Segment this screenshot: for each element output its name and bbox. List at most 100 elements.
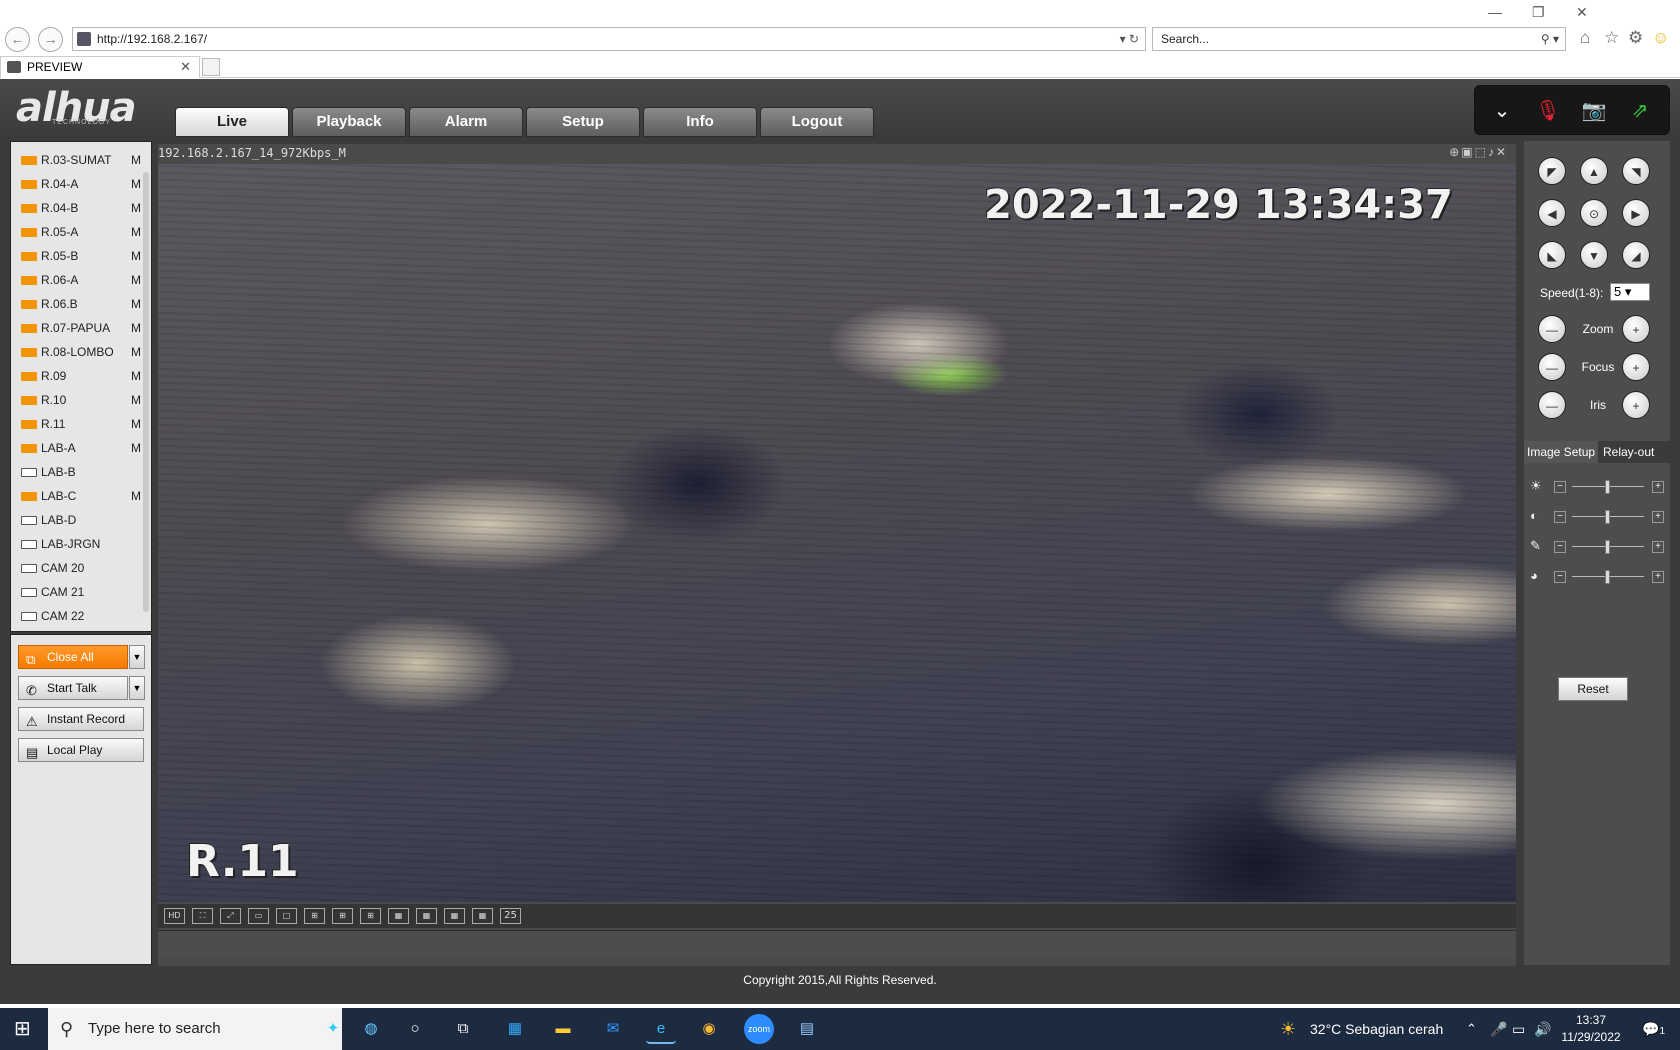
device-item[interactable]: LAB-B <box>11 460 139 484</box>
device-item[interactable]: CAM 22 <box>11 604 139 628</box>
mail-icon[interactable]: ✉ <box>598 1014 628 1044</box>
network-icon[interactable]: ▭ <box>1512 1008 1525 1050</box>
store-icon[interactable]: ▦ <box>500 1014 530 1044</box>
saturation-plus[interactable]: + <box>1652 541 1664 553</box>
device-item[interactable]: R.06.B M <box>11 292 141 316</box>
brightness-minus[interactable]: − <box>1554 481 1566 493</box>
contrast-minus[interactable]: − <box>1554 511 1566 523</box>
minimize-icon[interactable]: — <box>1488 4 1502 20</box>
ptz-right-icon[interactable]: ▶ <box>1622 199 1650 227</box>
weather-text[interactable]: 32°C Sebagian cerah <box>1310 1008 1443 1050</box>
close-all-button[interactable]: ⧉ Close All <box>18 645 128 669</box>
contrast-slider[interactable]: ◐ − + <box>1530 507 1664 527</box>
search-icon[interactable]: ⚲ ▾ <box>1541 28 1559 50</box>
device-item[interactable]: R.05-B M <box>11 244 141 268</box>
layout-4-icon[interactable]: ⊞ <box>304 908 325 924</box>
device-list-scrollbar[interactable] <box>143 172 149 612</box>
device-stream-mark[interactable]: M <box>131 292 141 316</box>
hue-minus[interactable]: − <box>1554 571 1566 583</box>
layout-6-icon[interactable]: ⊞ <box>332 908 353 924</box>
ptz-down-icon[interactable]: ▼ <box>1580 241 1608 269</box>
menu-alarm[interactable]: Alarm <box>409 107 523 137</box>
device-item[interactable]: R.06-A M <box>11 268 141 292</box>
layout-20-icon[interactable]: ▦ <box>472 908 493 924</box>
file-explorer-icon[interactable]: ▬ <box>548 1014 578 1044</box>
tab-relay-out[interactable]: Relay-out <box>1600 441 1657 463</box>
ptz-left-icon[interactable]: ◀ <box>1538 199 1566 227</box>
favorites-icon[interactable]: ☆ <box>1604 28 1619 48</box>
zoom-icon[interactable]: ⊕ <box>1449 145 1461 159</box>
notepad-icon[interactable]: ▤ <box>792 1014 822 1044</box>
address-bar[interactable]: http://192.168.2.167/ ▾ ↻ <box>72 27 1146 51</box>
hue-plus[interactable]: + <box>1652 571 1664 583</box>
menu-logout[interactable]: Logout <box>760 107 874 137</box>
contrast-plus[interactable]: + <box>1652 511 1664 523</box>
device-item[interactable]: R.07-PAPUA M <box>11 316 141 340</box>
browser-tab-preview[interactable]: PREVIEW ✕ <box>0 56 200 78</box>
device-item[interactable]: LAB-JRGN <box>11 532 139 556</box>
contrast-thumb[interactable] <box>1605 510 1610 524</box>
reset-button[interactable]: Reset <box>1558 677 1628 701</box>
ptz-up-left-icon[interactable]: ◤ <box>1538 157 1566 185</box>
hd-icon[interactable]: HD <box>164 908 185 924</box>
ptz-up-icon[interactable]: ▲ <box>1580 157 1608 185</box>
close-window-icon[interactable]: ✕ <box>1576 4 1588 21</box>
zoom-in-icon[interactable]: + <box>1622 315 1650 343</box>
chrome-icon[interactable]: ◉ <box>694 1014 724 1044</box>
ptz-center-icon[interactable]: ⊙ <box>1580 199 1608 227</box>
tab-close-icon[interactable]: ✕ <box>180 57 191 77</box>
chevron-down-icon[interactable]: ⌄ <box>1487 96 1517 126</box>
layout-single-icon[interactable]: □ <box>276 908 297 924</box>
device-stream-mark[interactable]: M <box>131 412 141 436</box>
device-item[interactable]: LAB-A M <box>11 436 141 460</box>
cortana-icon[interactable]: ○ <box>400 1014 430 1044</box>
restore-icon[interactable]: ❐ <box>1532 4 1545 21</box>
layout-25-icon[interactable]: 25 <box>500 908 521 924</box>
refresh-icon[interactable]: ▾ ↻ <box>1120 28 1139 50</box>
task-view-icon[interactable]: ⧉ <box>448 1014 478 1044</box>
layout-1-icon[interactable]: ▭ <box>248 908 269 924</box>
audio-icon[interactable]: ♪ <box>1488 145 1496 159</box>
tray-chevron-icon[interactable]: ⌃ <box>1466 1008 1477 1050</box>
focus-minus-icon[interactable]: — <box>1538 353 1566 381</box>
browser-search-input[interactable]: Search... ⚲ ▾ <box>1152 27 1566 51</box>
hue-thumb[interactable] <box>1605 570 1610 584</box>
ptz-down-right-icon[interactable]: ◢ <box>1622 241 1650 269</box>
menu-playback[interactable]: Playback <box>292 107 406 137</box>
taskbar-clock[interactable]: 13:37 11/29/2022 <box>1556 1012 1626 1046</box>
live-video-feed[interactable]: 2022-11-29 13:34:37 R.11 <box>158 164 1516 902</box>
device-item[interactable]: R.09 M <box>11 364 141 388</box>
close-all-dropdown[interactable]: ▼ <box>129 645 145 669</box>
layout-9-icon[interactable]: ▦ <box>388 908 409 924</box>
saturation-thumb[interactable] <box>1605 540 1610 554</box>
windows-start-icon[interactable]: ⊞ <box>14 1008 31 1050</box>
fullscreen-icon[interactable]: ⤢ <box>220 908 241 924</box>
device-stream-mark[interactable]: M <box>131 436 141 460</box>
widget-icon[interactable]: ✦ <box>318 1014 348 1044</box>
taskbar-search[interactable]: ⚲ Type here to search <box>48 1008 342 1050</box>
device-stream-mark[interactable]: M <box>131 220 141 244</box>
menu-live[interactable]: Live <box>175 107 289 137</box>
popout-icon[interactable]: ⇗ <box>1625 96 1655 126</box>
start-talk-button[interactable]: ✆ Start Talk <box>18 676 128 700</box>
device-stream-mark[interactable]: M <box>131 244 141 268</box>
device-stream-mark[interactable]: M <box>131 364 141 388</box>
home-icon[interactable]: ⌂ <box>1580 28 1590 48</box>
saturation-slider[interactable]: ✎ − + <box>1530 537 1664 557</box>
instant-record-button[interactable]: ⚠ Instant Record <box>18 707 144 731</box>
device-item[interactable]: LAB-C M <box>11 484 141 508</box>
device-item[interactable]: LAB-D <box>11 508 139 532</box>
focus-plus-icon[interactable]: + <box>1622 353 1650 381</box>
device-stream-mark[interactable]: M <box>131 196 141 220</box>
hue-slider[interactable]: ◕ − + <box>1530 567 1664 587</box>
record-icon[interactable]: ⬚ <box>1475 145 1488 159</box>
globe-icon[interactable]: ◍ <box>356 1014 386 1044</box>
screenshot-icon[interactable]: ▣ <box>1461 145 1474 159</box>
close-video-icon[interactable]: ✕ <box>1496 145 1508 159</box>
local-play-button[interactable]: ▤ Local Play <box>18 738 144 762</box>
device-item[interactable]: CAM 21 <box>11 580 139 604</box>
saturation-minus[interactable]: − <box>1554 541 1566 553</box>
zoom-app-icon[interactable]: zoom <box>744 1014 774 1044</box>
brightness-slider[interactable]: ☀ − + <box>1530 477 1664 497</box>
device-item[interactable]: R.05-A M <box>11 220 141 244</box>
